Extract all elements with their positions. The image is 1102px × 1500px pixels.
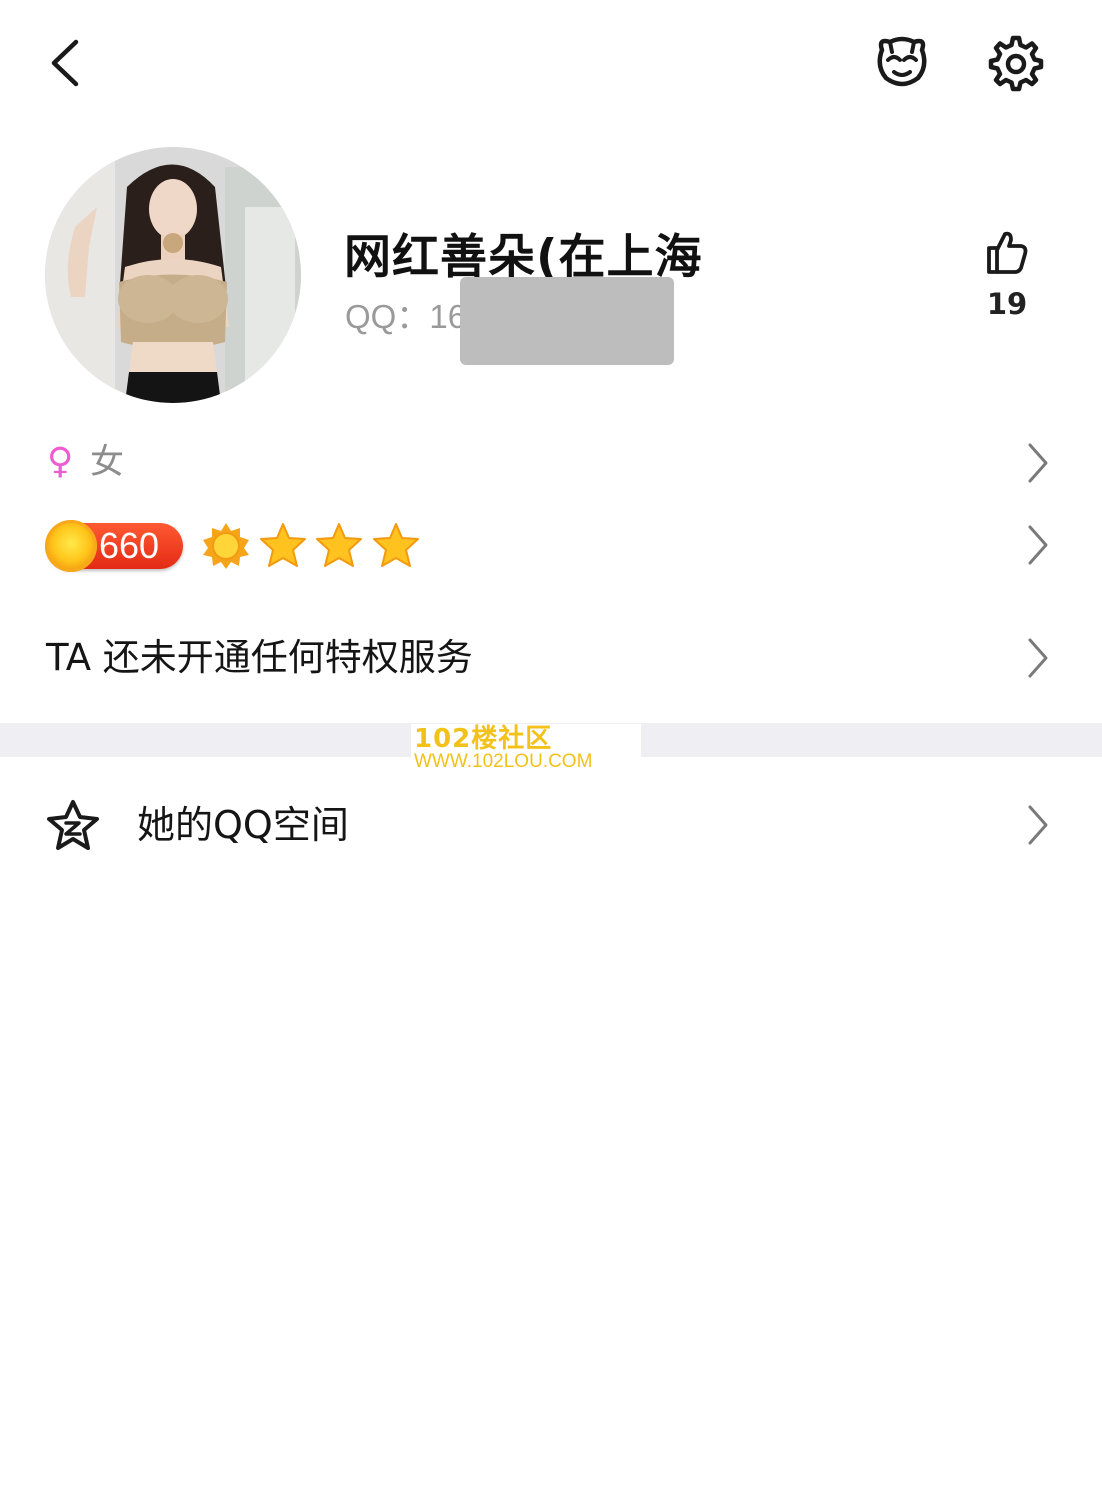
like-count: 19: [986, 287, 1028, 321]
gear-icon: [988, 35, 1044, 92]
coin-icon: [45, 520, 97, 572]
pet-button[interactable]: [870, 30, 934, 94]
sun-icon: [203, 523, 249, 569]
redaction-box: [460, 277, 674, 365]
privilege-text: TA 还未开通任何特权服务: [46, 636, 473, 679]
chevron-right-icon: [1028, 443, 1048, 483]
level-badge: 660: [45, 520, 183, 572]
female-icon: ♀: [47, 441, 74, 482]
qzone-label: 她的QQ空间: [137, 803, 349, 847]
gender-label: 女: [90, 442, 124, 482]
settings-button[interactable]: [982, 30, 1046, 94]
avatar[interactable]: [45, 147, 301, 403]
gender-row[interactable]: [0, 430, 1102, 500]
thumb-up-icon: [987, 231, 1028, 274]
back-button[interactable]: [40, 30, 100, 94]
avatar-photo: [45, 147, 301, 403]
chevron-right-icon: [1028, 805, 1048, 845]
star-icon: [316, 523, 362, 567]
qzone-star-icon: [47, 800, 99, 850]
star-icon: [260, 523, 306, 567]
level-value: 660: [99, 525, 160, 566]
qq-number: QQ：16: [345, 298, 467, 335]
watermark-title: 102楼社区: [414, 724, 553, 754]
bear-face-icon: [877, 36, 927, 87]
watermark-url: WWW.102LOU.COM: [414, 751, 593, 772]
star-icon: [373, 523, 419, 567]
chevron-right-icon: [1028, 525, 1048, 565]
chevron-left-icon: [51, 39, 79, 87]
chevron-right-icon: [1028, 638, 1048, 678]
